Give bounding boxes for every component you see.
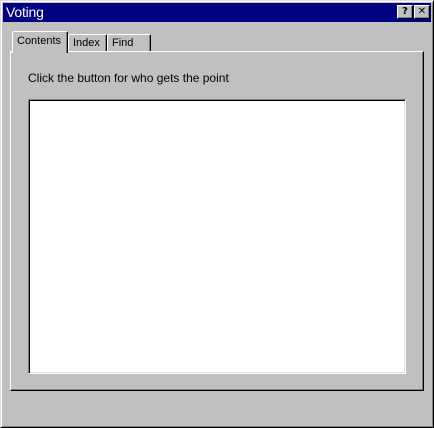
contents-panel: Click the button for who gets the point	[10, 51, 424, 391]
question-mark-icon: ?	[402, 6, 408, 17]
close-icon: ✕	[417, 6, 427, 17]
voting-list-box[interactable]	[28, 99, 406, 374]
window-title: Voting	[6, 4, 44, 20]
close-button[interactable]: ✕	[414, 5, 430, 19]
title-bar[interactable]: Voting ? ✕	[3, 3, 431, 22]
tab-find[interactable]: Find	[107, 34, 151, 52]
help-button[interactable]: ?	[397, 5, 413, 19]
tab-contents[interactable]: Contents	[12, 31, 68, 53]
tab-index[interactable]: Index	[68, 34, 107, 52]
voting-window: Voting ? ✕ Contents Index Find Click the…	[0, 0, 434, 428]
instruction-text: Click the button for who gets the point	[28, 71, 229, 85]
